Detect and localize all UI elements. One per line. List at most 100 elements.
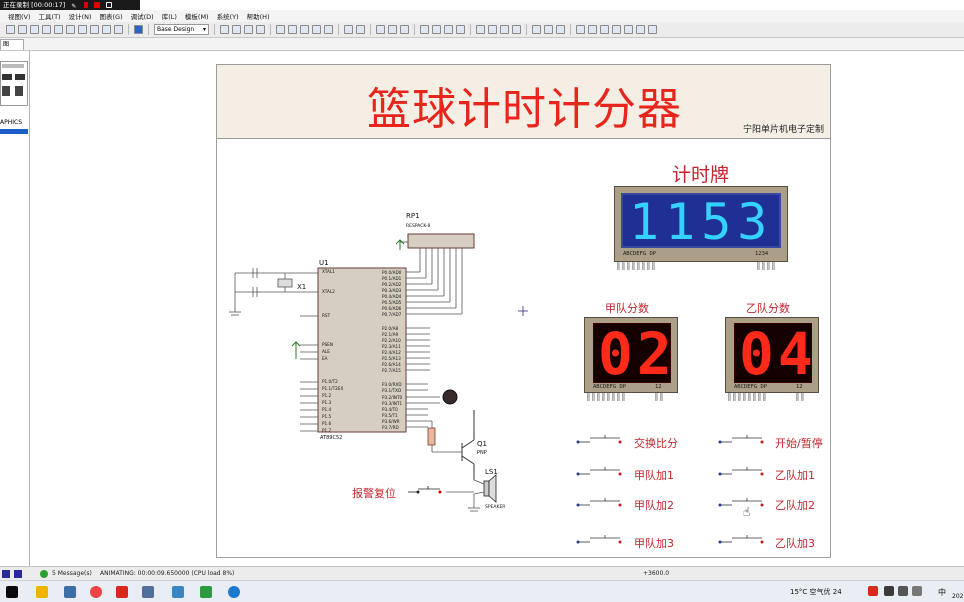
origin-icon[interactable] [244,25,253,34]
wire-autoroute-icon[interactable] [532,25,541,34]
network-icon[interactable] [898,586,908,596]
tab-schematic[interactable]: 图 [0,39,24,50]
messages-icon[interactable] [40,570,48,578]
proteus-icon[interactable] [142,586,154,598]
new-file-icon[interactable] [18,25,27,34]
redo-icon[interactable] [356,25,365,34]
overview-window[interactable] [0,61,28,106]
zoom-area-icon[interactable] [324,25,333,34]
tray-app-icon[interactable] [884,586,894,596]
block-move-icon[interactable] [432,25,441,34]
browser-icon[interactable] [228,586,240,598]
block-copy-icon[interactable] [420,25,429,34]
weather-status[interactable]: 15°C 空气优 24 [790,587,842,597]
pin-p37: P3.7/RD [382,425,399,430]
zoom-out-icon[interactable] [300,25,309,34]
make-device-icon[interactable] [488,25,497,34]
paste-icon[interactable] [400,25,409,34]
page-icon[interactable] [66,25,75,34]
block-delete-icon[interactable] [456,25,465,34]
file-explorer-icon[interactable] [36,586,48,598]
pin-p24: P2.4/A12 [382,350,401,355]
zoom-all-icon[interactable] [312,25,321,34]
swap-score-button[interactable]: 交换比分 [634,435,678,451]
stop-simulation-icon[interactable] [2,570,10,578]
save-icon[interactable] [42,25,51,34]
menu-item-template[interactable]: 模板(M) [185,11,209,21]
property-tool-icon[interactable] [556,25,565,34]
erc-icon[interactable] [636,25,645,34]
team-b-plus2-button[interactable]: 乙队加2 [775,497,815,513]
wps-icon[interactable] [116,586,128,598]
menu-item-help[interactable]: 帮助(H) [247,11,270,21]
pause-icon[interactable] [83,2,88,8]
excel-icon[interactable] [200,586,212,598]
pan-icon[interactable] [276,25,285,34]
help-icon[interactable] [134,25,143,34]
clock-year[interactable]: 202 [952,593,963,600]
design-select[interactable]: Base Design [154,24,209,35]
team-a-plus2-button[interactable]: 甲队加2 [634,497,674,513]
ime-indicator[interactable]: 中 [938,587,946,598]
home-icon[interactable] [6,25,15,34]
pick-device-icon[interactable] [476,25,485,34]
cut-icon[interactable] [376,25,385,34]
pin-p23: P2.3/A11 [382,344,401,349]
pin-p36: P3.6/WR [382,419,400,424]
messages-count[interactable]: 5 Message(s) [52,570,92,577]
pin-p05: P0.5/AD5 [382,300,402,305]
copy-icon[interactable] [388,25,397,34]
selected-list-item[interactable] [0,129,28,134]
design-explorer-icon[interactable] [576,25,585,34]
decompose-icon[interactable] [512,25,521,34]
grid-icon[interactable] [232,25,241,34]
volume-icon[interactable] [912,586,922,596]
resistor-pack [407,233,475,249]
pcb-icon[interactable] [114,25,123,34]
notes-icon[interactable] [172,586,184,598]
menu-item-graph[interactable]: 图表(G) [100,11,123,21]
chrome-icon[interactable] [90,586,102,598]
open-file-icon[interactable] [30,25,39,34]
zoom-in-icon[interactable] [288,25,297,34]
menu-item-tools[interactable]: 工具(T) [39,11,61,21]
pause-simulation-icon[interactable] [14,570,22,578]
undo-icon[interactable] [344,25,353,34]
print-icon[interactable] [54,25,63,34]
stop-icon[interactable] [93,2,100,8]
netlist-icon[interactable] [648,25,657,34]
pin-p02: P0.2/AD2 [382,282,402,287]
refresh-icon[interactable] [220,25,229,34]
remove-sheet-icon[interactable] [600,25,609,34]
team-b-plus1-button[interactable]: 乙队加1 [775,467,815,483]
exit-parent-icon[interactable] [612,25,621,34]
import-icon[interactable] [78,25,87,34]
menu-item-debug[interactable]: 调试(D) [131,11,154,21]
alarm-reset-button[interactable]: 报警复位 [352,485,396,501]
camera-icon[interactable] [105,2,112,8]
team-a-plus1-button[interactable]: 甲队加1 [634,467,674,483]
menu-item-system[interactable]: 系统(Y) [217,11,239,21]
new-sheet-icon[interactable] [588,25,597,34]
pin-p11: P1.1/T2EX [322,386,344,391]
pack-device-icon[interactable] [500,25,509,34]
crosshair-icon[interactable] [256,25,265,34]
team-b-plus3-button[interactable]: 乙队加3 [775,535,815,551]
bom-icon[interactable] [624,25,633,34]
start-pause-button[interactable]: 开始/暂停 [775,435,823,451]
block-rotate-icon[interactable] [444,25,453,34]
pen-icon[interactable]: ✎ [71,2,77,10]
timer-display: 1153 ABCDEFG DP 1234 [614,186,788,262]
export-icon[interactable] [90,25,99,34]
menu-item-design[interactable]: 设计(N) [69,11,92,21]
menu-item-view[interactable]: 视图(V) [8,11,31,21]
app-icon[interactable] [64,586,76,598]
search-tag-icon[interactable] [544,25,553,34]
wps-tray-icon[interactable] [868,586,878,596]
menu-item-library[interactable]: 库(L) [162,11,177,21]
team-a-plus3-button[interactable]: 甲队加3 [634,535,674,551]
team-b-pins [728,393,766,401]
start-icon[interactable] [6,586,18,598]
component-icon[interactable] [102,25,111,34]
team-b-score-display: 04 ABCDEFG DP 12 [725,317,819,393]
